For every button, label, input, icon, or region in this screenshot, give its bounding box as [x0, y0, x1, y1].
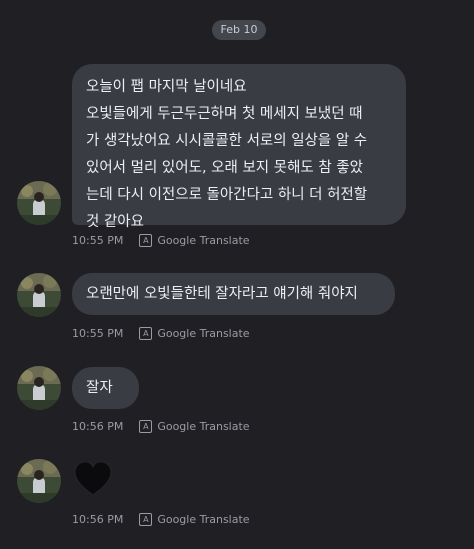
avatar[interactable] — [17, 459, 61, 503]
message-time: 10:55 PM — [72, 327, 124, 340]
translate-link[interactable]: Google Translate — [157, 420, 249, 433]
message-line: 있어서 멀리 있어도, 오래 보지 못해도 참 좋았 — [86, 160, 363, 176]
message-line: 오늘이 팹 마지막 날이네요 — [86, 79, 247, 95]
message-bubble[interactable]: 잘자 — [72, 367, 139, 409]
message-line: 오빛들에게 두근두근하며 첫 메세지 보냈던 때 — [86, 106, 363, 122]
message-time: 10:56 PM — [72, 420, 124, 433]
message-meta: 10:55 PM A Google Translate — [72, 327, 250, 340]
translate-link[interactable]: Google Translate — [157, 327, 249, 340]
avatar[interactable] — [17, 366, 61, 410]
message-meta: 10:56 PM A Google Translate — [72, 513, 250, 526]
avatar[interactable] — [17, 273, 61, 317]
translate-icon: A — [139, 420, 153, 433]
translate-icon: A — [139, 327, 153, 340]
avatar[interactable] — [17, 181, 61, 225]
message-time: 10:55 PM — [72, 234, 124, 247]
translate-link[interactable]: Google Translate — [157, 513, 249, 526]
message-text: 오랜만에 오빛들한테 잘자라고 얘기해 줘야지 — [86, 286, 358, 302]
message-meta: 10:56 PM A Google Translate — [72, 420, 250, 433]
message-line: 가 생각났어요 시시콜콜한 서로의 일상을 알 수 — [86, 133, 368, 149]
translate-icon: A — [139, 513, 153, 526]
message-meta: 10:55 PM A Google Translate — [72, 234, 250, 247]
message-bubble[interactable]: 오늘이 팹 마지막 날이네요 오빛들에게 두근두근하며 첫 메세지 보냈던 때 … — [72, 64, 406, 230]
black-heart-icon[interactable] — [74, 461, 112, 500]
message-line: 는데 다시 이전으로 돌아간다고 하니 더 허전할 — [86, 187, 368, 203]
message-text: 잘자 — [86, 380, 113, 396]
translate-link[interactable]: Google Translate — [157, 234, 249, 247]
translate-icon: A — [139, 234, 153, 247]
message-line: 것 같아요 — [86, 214, 144, 230]
message-bubble[interactable]: 오랜만에 오빛들한테 잘자라고 얘기해 줘야지 — [72, 273, 395, 315]
message-time: 10:56 PM — [72, 513, 124, 526]
date-separator: Feb 10 — [212, 20, 266, 40]
